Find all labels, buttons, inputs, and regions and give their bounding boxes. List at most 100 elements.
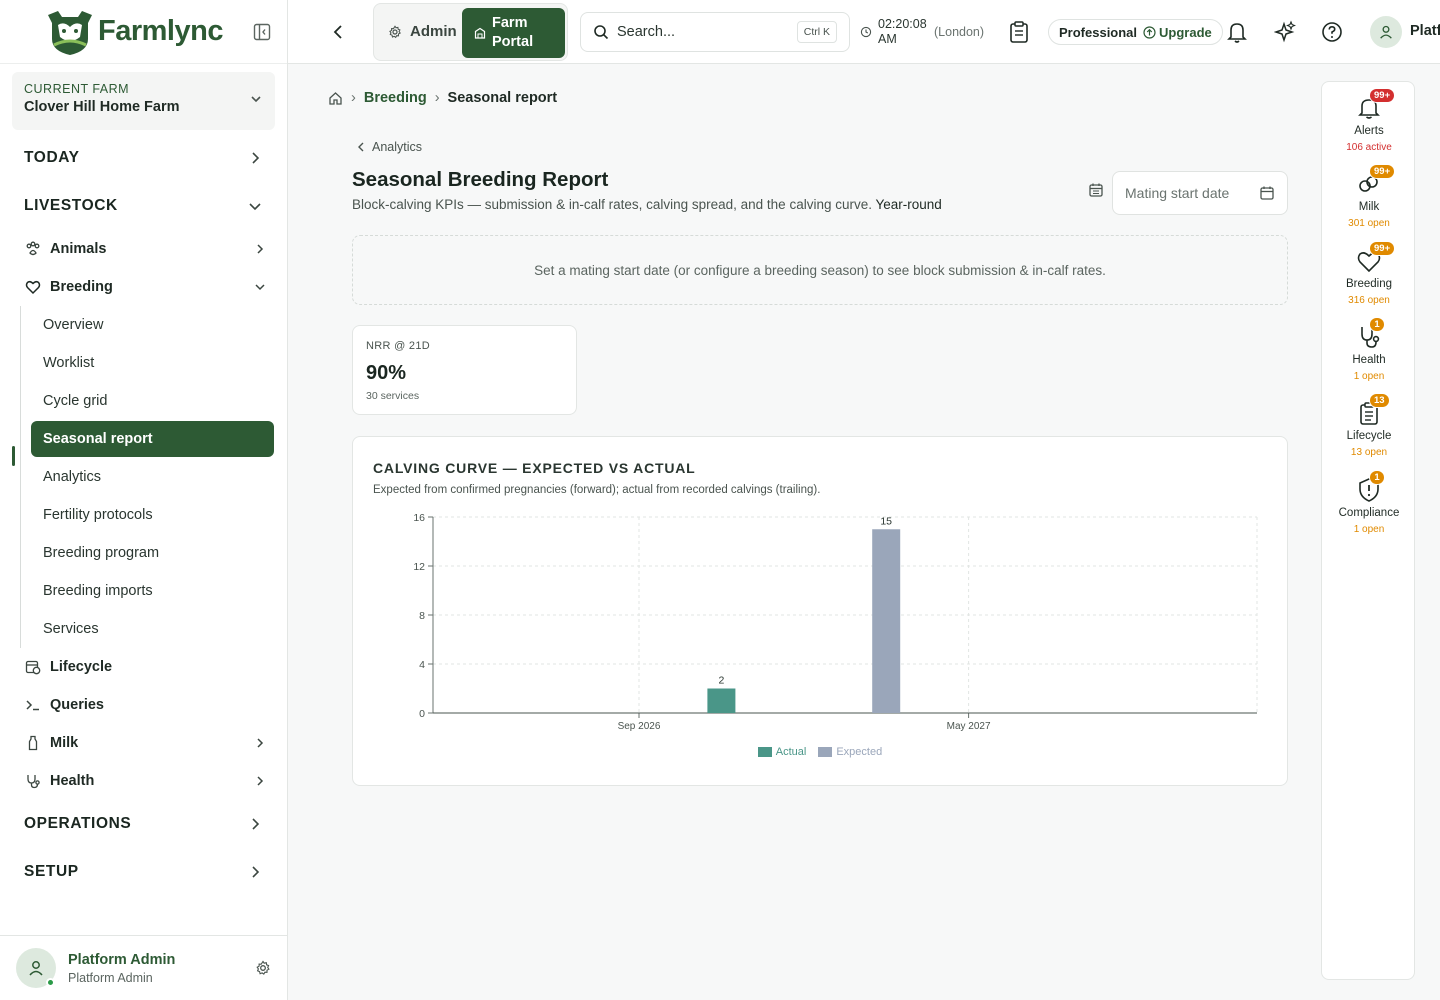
top-user-name[interactable]: Platf [1410,23,1440,39]
gear-icon [389,24,401,38]
breadcrumb-breeding[interactable]: Breeding [364,90,427,106]
farm-portal-tab[interactable]: Farm Portal [462,8,565,58]
bar-value-label: 15 [880,515,892,527]
back-to-analytics-link[interactable]: Analytics [356,140,422,154]
status-rail: 99+ Alerts 106 active 99+ Milk 301 open 99+ Bre… [1321,81,1415,980]
chevron-right-icon [252,866,260,878]
sidebar-item-milk[interactable]: Milk [0,724,287,762]
sidebar-item-breeding-imports[interactable]: Breeding imports [31,572,274,610]
sidebar-item-label: Breeding [50,279,113,295]
search-input[interactable]: Search... Ctrl K [580,12,850,52]
sidebar-item-label: Milk [50,735,79,751]
mating-start-date-input[interactable]: Mating start date [1112,171,1288,215]
kpi-subtext: 30 services [366,390,420,402]
nav-section-today[interactable]: TODAY [0,134,287,182]
kpi-card-nrr: NRR @ 21D 90% 30 services [352,325,577,415]
sidebar-item-analytics[interactable]: Analytics [31,458,274,496]
chevron-right-icon [257,738,264,748]
nav-section-livestock[interactable]: LIVESTOCK [0,182,287,230]
kpi-value: 90% [366,362,407,384]
legend-label: Expected [836,746,883,758]
rail-badge: 99+ [1369,240,1396,256]
help-icon[interactable] [1321,20,1343,44]
breeding-submenu: Overview Worklist Cycle grid Seasonal re… [0,306,287,648]
rail-count: 316 open [1348,294,1390,306]
sidebar-item-queries[interactable]: Queries [0,686,287,724]
farm-tab-label-1: Farm [492,15,528,31]
home-icon[interactable] [328,91,343,106]
rail-label: Lifecycle [1346,430,1392,443]
nav-section-operations[interactable]: OPERATIONS [0,800,287,848]
sidebar-item-services[interactable]: Services [31,610,274,648]
rail-item-health[interactable]: 1 Health 1 open [1322,316,1416,382]
sidebar-item-overview[interactable]: Overview [31,306,274,344]
breadcrumb: › Breeding › Seasonal report [328,90,557,106]
rail-count: 301 open [1348,218,1390,230]
y-tick-label: 12 [413,561,425,573]
topbar: Admin Farm Portal Search... Ctrl K 02:20:… [288,0,1440,64]
upgrade-link[interactable]: Upgrade [1143,25,1212,40]
search-icon [594,25,609,40]
admin-portal-tab[interactable]: Admin [388,23,457,40]
farm-name: Clover Hill Home Farm [24,99,180,115]
rail-item-lifecycle[interactable]: 13 Lifecycle 13 open [1322,393,1416,458]
sidebar-collapse-icon[interactable] [251,21,273,43]
bell-icon[interactable] [1226,20,1248,44]
sidebar-item-label: Lifecycle [50,659,113,675]
heart-icon [24,278,42,296]
terminal-icon [24,696,42,714]
sidebar-item-breeding-program[interactable]: Breeding program [31,534,274,572]
upgrade-label: Upgrade [1159,24,1212,40]
kpi-label: NRR @ 21D [366,340,430,352]
clock-time: 02:20:08 [878,17,927,31]
page-title: Seasonal Breeding Report [352,168,609,191]
rail-item-compliance[interactable]: 1 Compliance 1 open [1322,469,1416,535]
rail-item-alerts[interactable]: 99+ Alerts 106 active [1322,88,1416,153]
user-profile[interactable]: Platform Admin Platform Admin [0,935,287,1000]
bar-value-label: 2 [718,675,724,687]
clock-ampm: AM [878,32,897,46]
mating-date-notice: Set a mating start date (or configure a … [352,235,1288,305]
user-role: Platform Admin [68,970,153,985]
chart-legend: Actual Expected [353,746,1287,758]
rail-badge: 99+ [1369,88,1396,103]
legend-item[interactable]: Expected [818,746,882,758]
sidebar-item-label: Queries [50,697,104,713]
sidebar-item-worklist[interactable]: Worklist [31,344,274,382]
brand-name: Farmlync [98,15,223,47]
x-tick-label: Sep 2026 [618,721,661,732]
arrow-up-circle-icon [1143,25,1156,39]
chevron-left-icon [358,142,364,152]
sidebar-item-health[interactable]: Health [0,762,287,800]
sidebar-item-breeding[interactable]: Breeding [0,268,287,306]
user-icon [29,961,43,976]
avatar [16,948,56,988]
sidebar-item-fertility-protocols[interactable]: Fertility protocols [31,496,274,534]
sparkles-icon[interactable] [1274,20,1296,44]
gear-icon[interactable] [255,960,271,976]
back-arrow-icon[interactable] [330,22,348,42]
logo-row: Farmlync [0,0,287,64]
top-avatar[interactable] [1370,16,1402,48]
user-icon [1380,25,1392,39]
sidebar-item-animals[interactable]: Animals [0,230,287,268]
sidebar-item-label: Health [50,773,95,789]
plan-badge[interactable]: Professional Upgrade [1048,19,1223,45]
search-placeholder: Search... [617,24,676,40]
rail-item-breeding[interactable]: 99+ Breeding 316 open [1322,240,1416,306]
clipboard-icon[interactable] [1008,20,1030,44]
admin-tab-label: Admin [410,23,457,40]
milk-icon: 99+ [1355,164,1396,198]
farm-selector[interactable]: CURRENT FARM Clover Hill Home Farm [12,72,275,130]
sidebar-item-seasonal-report[interactable]: Seasonal report [31,421,274,457]
nav-section-setup[interactable]: SETUP [0,848,287,896]
nav-section-label: OPERATIONS [24,815,132,832]
rail-badge: 1 [1369,316,1385,332]
shield-icon: 1 [1355,469,1385,504]
sidebar-item-lifecycle[interactable]: Lifecycle [0,648,287,686]
legend-item[interactable]: Actual [757,746,806,758]
rail-item-milk[interactable]: 99+ Milk 301 open [1322,164,1416,230]
sidebar-item-cycle-grid[interactable]: Cycle grid [31,382,274,420]
calving-curve-card: CALVING CURVE — EXPECTED VS ACTUAL Expec… [352,436,1288,786]
clock-icon [860,26,872,38]
